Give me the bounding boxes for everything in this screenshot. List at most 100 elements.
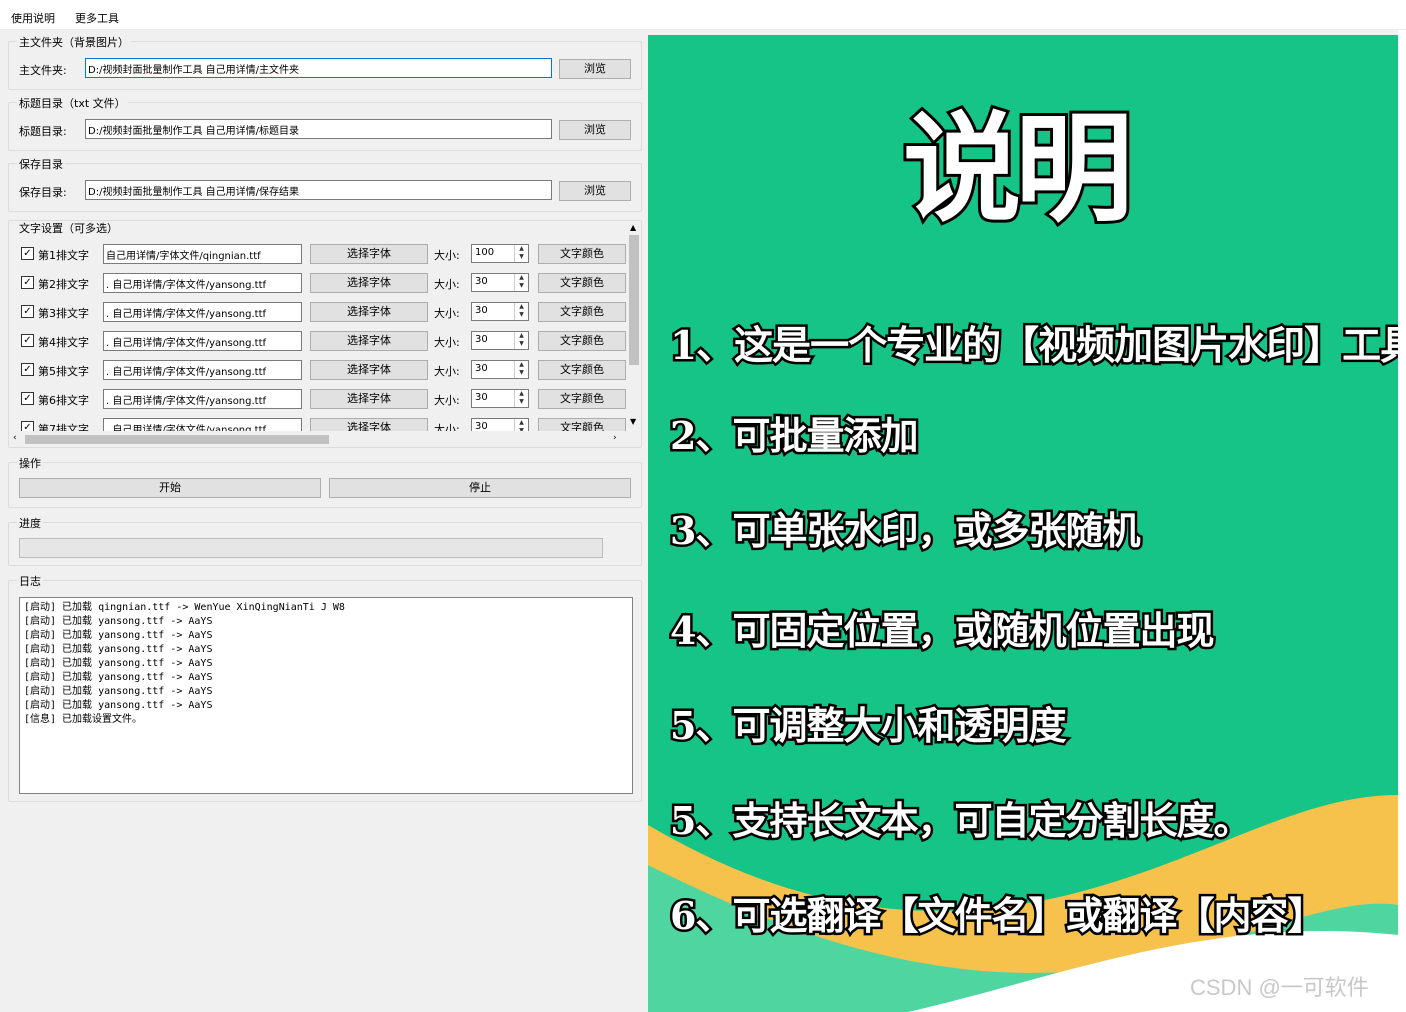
scroll-thumb[interactable]: [629, 235, 639, 365]
size-value: 30: [475, 334, 488, 345]
promo-line: 6、可选翻译【文件名】或翻译【内容】: [667, 891, 1327, 941]
size-value: 30: [475, 392, 488, 403]
vertical-scrollbar[interactable]: ▲ ▼: [627, 221, 641, 433]
font-path-input[interactable]: 自己用详情/字体文件/qingnian.ttf: [103, 244, 302, 264]
title-dir-input[interactable]: D:/视频封面批量制作工具 自己用详情/标题目录: [85, 119, 552, 139]
size-label: 大小:: [434, 278, 460, 291]
font-path-input[interactable]: . 自己用详情/字体文件/yansong.ttf: [103, 418, 302, 431]
instructions-image: 说明 1、这是一个专业的【视频加图片水印】工具 2、可批量添加 3、可单张水印，…: [648, 35, 1398, 1012]
row-label: 第3排文字: [38, 307, 89, 320]
row-checkbox[interactable]: ✓: [21, 334, 34, 347]
text-color-button[interactable]: 文字颜色: [538, 360, 626, 380]
font-path-input[interactable]: . 自己用详情/字体文件/yansong.ttf: [103, 389, 302, 409]
text-row: ✓ 第4排文字 . 自己用详情/字体文件/yansong.ttf 选择字体 大小: 30 ▲…: [9, 330, 629, 352]
size-spinbox[interactable]: 30 ▲ ▼: [471, 418, 529, 431]
stop-button[interactable]: 停止: [329, 478, 631, 498]
spin-arrows-icon[interactable]: ▲ ▼: [514, 332, 528, 349]
row-label: 第1排文字: [38, 249, 89, 262]
title-dir-group: 标题目录（txt 文件） 标题目录: D:/视频封面批量制作工具 自己用详情/标…: [8, 95, 642, 151]
row-checkbox[interactable]: ✓: [21, 363, 34, 376]
menu-instructions[interactable]: 使用说明: [11, 10, 55, 26]
group-title: 进度: [17, 515, 43, 531]
text-row: ✓ 第3排文字 . 自己用详情/字体文件/yansong.ttf 选择字体 大小: 30 ▲…: [9, 301, 629, 323]
size-value: 30: [475, 305, 488, 316]
select-font-button[interactable]: 选择字体: [310, 331, 428, 351]
text-rows: ✓ 第1排文字 自己用详情/字体文件/qingnian.ttf 选择字体 大小: 100 ▲…: [9, 221, 629, 431]
save-dir-browse-button[interactable]: 浏览: [559, 181, 631, 201]
spin-arrows-icon[interactable]: ▲ ▼: [514, 274, 528, 291]
size-value: 30: [475, 276, 488, 287]
text-color-button[interactable]: 文字颜色: [538, 418, 626, 431]
scroll-left-icon[interactable]: ‹: [13, 433, 17, 443]
text-color-button[interactable]: 文字颜色: [538, 244, 626, 264]
operation-group: 操作 开始 停止: [8, 455, 642, 508]
spin-arrows-icon[interactable]: ▲ ▼: [514, 390, 528, 407]
font-path-input[interactable]: . 自己用详情/字体文件/yansong.ttf: [103, 360, 302, 380]
progress-bar: [19, 538, 603, 558]
group-title: 标题目录（txt 文件）: [17, 95, 128, 111]
start-button[interactable]: 开始: [19, 478, 321, 498]
select-font-button[interactable]: 选择字体: [310, 360, 428, 380]
row-label: 第7排文字: [38, 423, 89, 431]
settings-panel: 主文件夹（背景图片） 主文件夹: D:/视频封面批量制作工具 自己用详情/主文件…: [0, 30, 648, 1012]
font-path-input[interactable]: . 自己用详情/字体文件/yansong.ttf: [103, 331, 302, 351]
text-settings-group: 文字设置（可多选） ✓ 第1排文字 自己用详情/字体文件/qingnian.ttf 选…: [8, 220, 642, 448]
scroll-thumb-h[interactable]: [25, 435, 329, 444]
spin-arrows-icon[interactable]: ▲ ▼: [514, 245, 528, 262]
row-label: 第2排文字: [38, 278, 89, 291]
font-path-input[interactable]: . 自己用详情/字体文件/yansong.ttf: [103, 302, 302, 322]
save-dir-group: 保存目录 保存目录: D:/视频封面批量制作工具 自己用详情/保存结果 浏览: [8, 156, 642, 212]
row-checkbox[interactable]: ✓: [21, 392, 34, 405]
size-spinbox[interactable]: 30 ▲ ▼: [471, 360, 529, 379]
size-value: 30: [475, 363, 488, 374]
size-spinbox[interactable]: 30 ▲ ▼: [471, 273, 529, 292]
text-color-button[interactable]: 文字颜色: [538, 302, 626, 322]
size-spinbox[interactable]: 30 ▲ ▼: [471, 302, 529, 321]
text-color-button[interactable]: 文字颜色: [538, 331, 626, 351]
size-label: 大小:: [434, 394, 460, 407]
horizontal-scrollbar[interactable]: ‹ ›: [9, 432, 627, 447]
title-dir-browse-button[interactable]: 浏览: [559, 120, 631, 140]
save-dir-label: 保存目录:: [19, 186, 67, 199]
row-label: 第4排文字: [38, 336, 89, 349]
spin-arrows-icon[interactable]: ▲ ▼: [514, 361, 528, 378]
row-checkbox[interactable]: ✓: [21, 421, 34, 431]
row-checkbox[interactable]: ✓: [21, 276, 34, 289]
scroll-up-icon[interactable]: ▲: [630, 223, 636, 232]
text-row: ✓ 第6排文字 . 自己用详情/字体文件/yansong.ttf 选择字体 大小: 30 ▲…: [9, 388, 629, 410]
row-checkbox[interactable]: ✓: [21, 247, 34, 260]
size-label: 大小:: [434, 336, 460, 349]
main-folder-browse-button[interactable]: 浏览: [559, 59, 631, 79]
select-font-button[interactable]: 选择字体: [310, 273, 428, 293]
select-font-button[interactable]: 选择字体: [310, 418, 428, 431]
font-path-input[interactable]: . 自己用详情/字体文件/yansong.ttf: [103, 273, 302, 293]
select-font-button[interactable]: 选择字体: [310, 244, 428, 264]
size-label: 大小:: [434, 307, 460, 320]
row-checkbox[interactable]: ✓: [21, 305, 34, 318]
scroll-right-icon[interactable]: ›: [613, 433, 617, 443]
size-spinbox[interactable]: 30 ▲ ▼: [471, 331, 529, 350]
text-color-button[interactable]: 文字颜色: [538, 389, 626, 409]
main-folder-label: 主文件夹:: [19, 64, 67, 77]
promo-line: 3、可单张水印，或多张随机: [667, 506, 1142, 556]
row-label: 第6排文字: [38, 394, 89, 407]
menu-more-tools[interactable]: 更多工具: [75, 10, 119, 26]
text-row: ✓ 第1排文字 自己用详情/字体文件/qingnian.ttf 选择字体 大小: 100 ▲…: [9, 243, 629, 265]
scroll-down-icon[interactable]: ▼: [630, 417, 636, 426]
size-value: 30: [475, 421, 488, 431]
size-spinbox[interactable]: 30 ▲ ▼: [471, 389, 529, 408]
log-group: 日志 [启动] 已加载 qingnian.ttf -> WenYue XinQi…: [8, 573, 642, 802]
group-title: 操作: [17, 455, 43, 471]
select-font-button[interactable]: 选择字体: [310, 302, 428, 322]
main-folder-input[interactable]: D:/视频封面批量制作工具 自己用详情/主文件夹: [85, 58, 552, 78]
text-color-button[interactable]: 文字颜色: [538, 273, 626, 293]
select-font-button[interactable]: 选择字体: [310, 389, 428, 409]
spin-arrows-icon[interactable]: ▲ ▼: [514, 419, 528, 431]
size-spinbox[interactable]: 100 ▲ ▼: [471, 244, 529, 263]
save-dir-input[interactable]: D:/视频封面批量制作工具 自己用详情/保存结果: [85, 180, 552, 200]
csdn-watermark: CSDN @一可软件: [1190, 975, 1369, 1000]
log-textarea[interactable]: [启动] 已加载 qingnian.ttf -> WenYue XinQingN…: [19, 597, 633, 794]
spin-arrows-icon[interactable]: ▲ ▼: [514, 303, 528, 320]
group-title: 主文件夹（背景图片）: [17, 34, 131, 50]
group-title: 保存目录: [17, 156, 65, 172]
